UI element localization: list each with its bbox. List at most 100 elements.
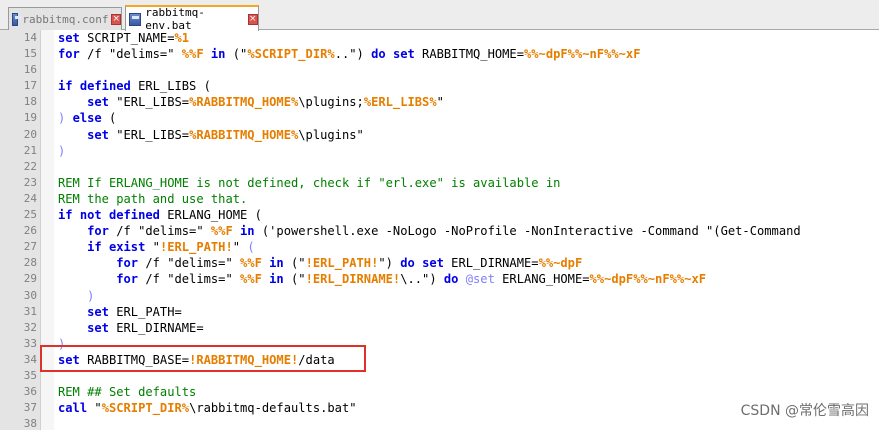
code-token: !ERL_DIRNAME! bbox=[305, 272, 401, 287]
line-number: 21 bbox=[23, 143, 37, 157]
code-line[interactable]: 30 ) bbox=[0, 288, 879, 304]
code-token: ERL_PATH= bbox=[108, 304, 182, 319]
code-token: for bbox=[87, 224, 109, 239]
code-token: /f "delims=" bbox=[138, 272, 241, 287]
code-line[interactable]: 23 REM If ERLANG_HOME is not defined, che… bbox=[0, 175, 879, 191]
code-text: for /f "delims=" %%F in ("!ERL_DIRNAME!\… bbox=[58, 271, 706, 287]
code-line[interactable]: 31 set ERL_PATH= bbox=[0, 304, 879, 320]
code-token: ERLANG_HOME ( bbox=[159, 208, 262, 223]
code-token: %%F bbox=[210, 224, 233, 239]
code-token: %RABBITMQ_HOME% bbox=[189, 95, 299, 110]
code-token: \plugins; bbox=[298, 95, 364, 110]
watermark: CSDN @常伦雪高因 bbox=[740, 403, 869, 419]
line-number: 24 bbox=[23, 191, 37, 205]
code-token: do bbox=[371, 47, 386, 62]
code-token: %%~dpF%%~nF%%~xF bbox=[524, 47, 641, 62]
code-line[interactable]: 25 if not defined ERLANG_HOME ( bbox=[0, 207, 879, 223]
code-line[interactable]: 24 REM the path and use that. bbox=[0, 191, 879, 207]
code-token: if defined bbox=[58, 79, 131, 94]
code-token: \..") bbox=[400, 272, 444, 287]
code-token: if not defined bbox=[58, 208, 160, 223]
code-line[interactable]: 28 for /f "delims=" %%F in ("!ERL_PATH!"… bbox=[0, 255, 879, 271]
code-token: set bbox=[87, 304, 109, 319]
line-number: 27 bbox=[23, 240, 37, 254]
code-token: @set bbox=[465, 272, 495, 287]
code-line[interactable]: 36 REM ## Set defaults bbox=[0, 384, 879, 400]
code-token: " bbox=[436, 95, 444, 110]
line-number: 14 bbox=[23, 31, 37, 44]
line-number: 34 bbox=[23, 352, 37, 366]
code-token: \rabbitmq-defaults.bat" bbox=[189, 401, 357, 416]
code-text: ) bbox=[58, 288, 94, 304]
code-token: ) bbox=[87, 288, 95, 303]
code-token: %ERL_LIBS% bbox=[363, 95, 437, 110]
code-token: ( bbox=[247, 240, 255, 255]
code-token: %%F bbox=[240, 272, 262, 287]
line-number: 20 bbox=[23, 127, 37, 141]
code-token: in bbox=[240, 224, 255, 239]
code-line[interactable]: 19) else ( bbox=[0, 110, 879, 126]
code-token: set bbox=[422, 256, 444, 271]
code-line[interactable]: 18 set "ERL_LIBS=%RABBITMQ_HOME%\plugins… bbox=[0, 94, 879, 110]
code-token: ") bbox=[378, 256, 401, 271]
code-text: for /f "delims=" %%F in ('powershell.exe… bbox=[58, 223, 801, 239]
code-line[interactable]: 27 if exist "!ERL_PATH!" ( bbox=[0, 239, 879, 255]
file-icon bbox=[129, 12, 142, 26]
code-line[interactable]: 26 for /f "delims=" %%F in ('powershell.… bbox=[0, 223, 879, 239]
line-number: 16 bbox=[23, 63, 37, 77]
file-icon bbox=[12, 12, 23, 26]
code-text: set SCRIPT_NAME=%1 bbox=[58, 30, 189, 46]
code-token: SCRIPT_NAME= bbox=[79, 31, 175, 45]
code-token: ) bbox=[58, 143, 66, 158]
code-line[interactable]: 21) bbox=[0, 143, 879, 159]
code-token: for bbox=[116, 256, 139, 271]
code-token: !ERL_PATH! bbox=[305, 256, 379, 271]
code-token: %%F bbox=[240, 256, 262, 271]
code-token: \plugins" bbox=[298, 127, 364, 142]
code-line[interactable]: 15 for /f "delims=" %%F in ("%SCRIPT_DIR%… bbox=[0, 46, 879, 62]
code-token: (" bbox=[283, 256, 306, 271]
code-token: call bbox=[58, 401, 88, 416]
code-token: in bbox=[269, 272, 284, 287]
code-line[interactable]: 16 bbox=[0, 62, 879, 78]
code-line[interactable]: 32 set ERL_DIRNAME= bbox=[0, 320, 879, 336]
code-text: for /f "delims=" %%F in ("!ERL_PATH!") d… bbox=[58, 255, 582, 271]
line-number: 32 bbox=[23, 320, 37, 334]
code-text: REM ## Set defaults bbox=[58, 384, 196, 400]
tab-rabbitmq-env-bat[interactable]: rabbitmq-env.bat × bbox=[125, 5, 259, 32]
code-token: /f "delims=" bbox=[138, 256, 241, 271]
code-line[interactable]: 29 for /f "delims=" %%F in ("!ERL_DIRNAM… bbox=[0, 271, 879, 287]
code-token: set bbox=[392, 47, 415, 62]
line-number: 17 bbox=[23, 79, 37, 93]
code-text: if defined ERL_LIBS ( bbox=[58, 78, 211, 94]
code-token: set bbox=[58, 31, 80, 45]
code-line[interactable]: 17 if defined ERL_LIBS ( bbox=[0, 78, 879, 94]
line-number: 26 bbox=[23, 224, 37, 238]
code-line[interactable]: 14 set SCRIPT_NAME=%1 bbox=[0, 30, 879, 46]
code-token: REM ## Set defaults bbox=[58, 385, 197, 400]
code-token: (" bbox=[283, 272, 306, 287]
code-text: if not defined ERLANG_HOME ( bbox=[58, 207, 262, 223]
close-icon[interactable]: × bbox=[247, 13, 258, 25]
code-line[interactable]: 22 bbox=[0, 159, 879, 175]
code-token: for bbox=[58, 47, 80, 62]
code-token: %1 bbox=[174, 31, 190, 45]
code-text: if exist "!ERL_PATH!" ( bbox=[58, 239, 255, 255]
code-token: REM the path and use that. bbox=[58, 191, 248, 206]
code-text: ) else ( bbox=[58, 110, 116, 126]
tab-bar: rabbitmq.conf × rabbitmq-env.bat × bbox=[0, 0, 879, 32]
code-line[interactable]: 20 set "ERL_LIBS=%RABBITMQ_HOME%\plugins… bbox=[0, 127, 879, 143]
line-number: 35 bbox=[23, 368, 37, 382]
line-number: 25 bbox=[23, 208, 37, 222]
tab-rabbitmq-conf[interactable]: rabbitmq.conf × bbox=[8, 7, 122, 30]
close-icon[interactable]: × bbox=[111, 13, 121, 25]
line-number: 23 bbox=[23, 175, 37, 189]
